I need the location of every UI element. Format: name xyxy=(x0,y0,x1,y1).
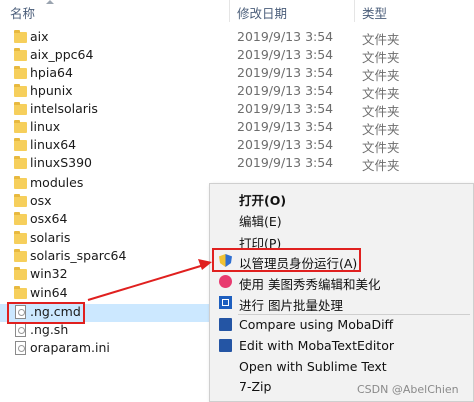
watermark: CSDN @AbelChien xyxy=(357,383,459,396)
annotation-arrow xyxy=(87,259,212,301)
arrow-head-icon xyxy=(198,259,212,270)
arrow-line xyxy=(87,264,205,301)
